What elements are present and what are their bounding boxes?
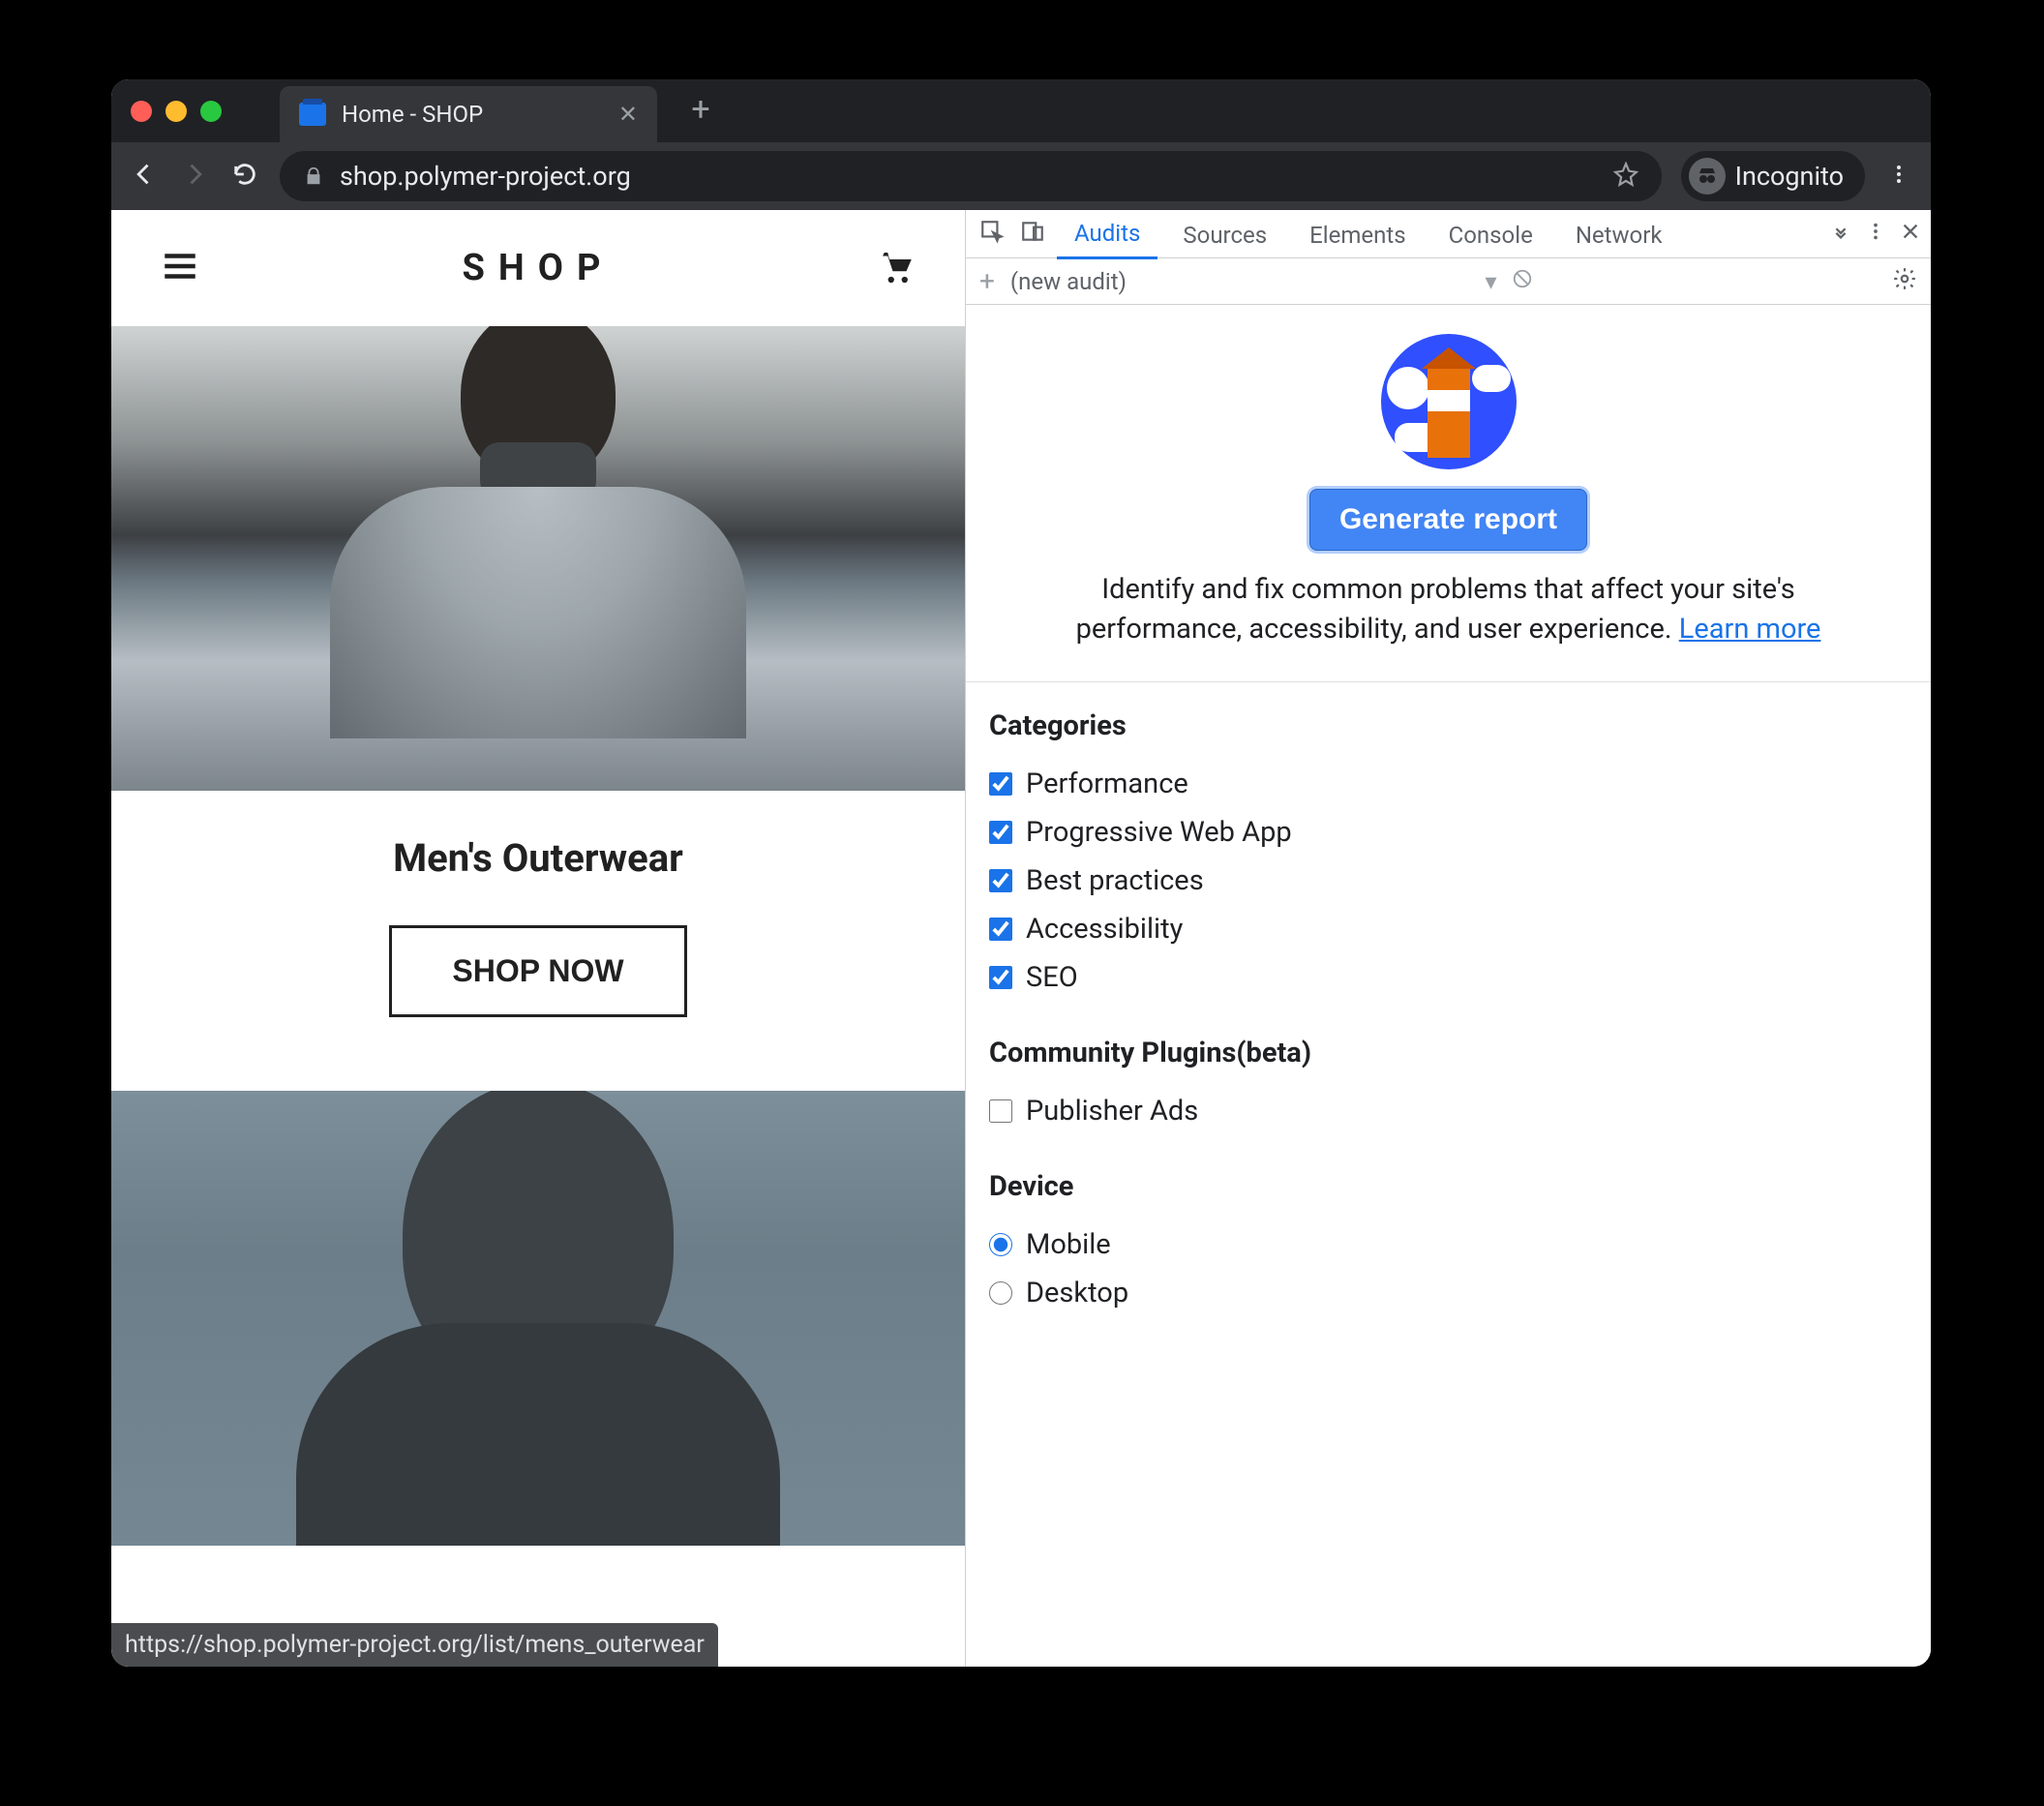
learn-more-link[interactable]: Learn more [1679,613,1821,646]
reload-button[interactable] [229,161,260,192]
browser-toolbar: shop.polymer-project.org Incognito [111,142,1931,210]
audit-description: Identify and fix common problems that af… [985,570,1911,648]
devtools-menu-icon[interactable] [1865,221,1886,248]
window-controls [131,101,222,122]
more-tabs-icon[interactable] [1830,221,1851,248]
audit-hero: Generate report Identify and fix common … [966,305,1931,682]
checkbox-publisher-ads[interactable] [989,1099,1012,1123]
option-pwa[interactable]: Progressive Web App [989,808,1908,857]
maximize-window-button[interactable] [200,101,222,122]
option-best-practices[interactable]: Best practices [989,857,1908,905]
plugins-section: Community Plugins(beta) Publisher Ads [966,1009,1931,1143]
generate-report-button[interactable]: Generate report [1309,489,1587,551]
new-tab-button[interactable]: + [686,97,715,126]
clear-audits-icon[interactable] [1512,268,1533,295]
browser-window: Home - SHOP ✕ + shop.polymer-project.org [111,79,1931,1667]
tab-console[interactable]: Console [1431,210,1550,258]
url-text: shop.polymer-project.org [340,161,1598,192]
category-block: Men's Outerwear SHOP NOW [111,791,965,1091]
tab-strip: Home - SHOP ✕ + [111,79,1931,142]
tab-sources[interactable]: Sources [1165,210,1284,258]
checkbox-seo[interactable] [989,966,1012,989]
checkbox-performance[interactable] [989,772,1012,796]
audits-body: Generate report Identify and fix common … [966,305,1931,1667]
devtools-panel: Audits Sources Elements Console Network … [965,210,1931,1667]
radio-desktop[interactable] [989,1281,1012,1305]
cart-icon[interactable] [876,246,917,290]
categories-section: Categories Performance Progressive Web A… [966,682,1931,1009]
shop-now-button[interactable]: SHOP NOW [389,925,686,1017]
option-seo[interactable]: SEO [989,953,1908,1002]
audit-name[interactable]: (new audit) [1010,268,1127,295]
page-viewport[interactable]: SHOP Men's Outerwear SHOP NOW https://sh… [111,210,965,1667]
hero-image-1 [111,326,965,791]
categories-heading: Categories [989,709,1908,742]
option-mobile[interactable]: Mobile [989,1220,1908,1269]
plugins-heading: Community Plugins(beta) [989,1037,1908,1069]
devtools-close-icon[interactable] [1900,221,1921,248]
close-window-button[interactable] [131,101,152,122]
bookmark-star-icon[interactable] [1613,162,1638,191]
lighthouse-icon [1381,334,1517,469]
option-desktop[interactable]: Desktop [989,1269,1908,1317]
audit-dropdown-icon[interactable]: ▾ [1485,268,1496,295]
browser-tab[interactable]: Home - SHOP ✕ [280,86,657,142]
incognito-label: Incognito [1735,161,1844,192]
incognito-icon [1689,158,1726,195]
audits-subbar: + (new audit) ▾ [966,258,1931,305]
tab-favicon-icon [299,103,326,126]
checkbox-best[interactable] [989,869,1012,892]
browser-menu-button[interactable] [1884,163,1913,190]
device-section: Device Mobile Desktop [966,1143,1931,1325]
inspect-element-icon[interactable] [976,219,1008,250]
incognito-indicator[interactable]: Incognito [1681,151,1865,201]
devtools-tabs: Audits Sources Elements Console Network [966,210,1931,258]
audits-settings-icon[interactable] [1892,266,1917,297]
checkbox-a11y[interactable] [989,918,1012,941]
minimize-window-button[interactable] [165,101,187,122]
device-toolbar-icon[interactable] [1016,219,1049,250]
radio-mobile[interactable] [989,1233,1012,1256]
site-header: SHOP [111,210,965,326]
option-performance[interactable]: Performance [989,760,1908,808]
option-publisher-ads[interactable]: Publisher Ads [989,1087,1908,1135]
close-tab-button[interactable]: ✕ [618,101,638,128]
tab-title: Home - SHOP [342,101,603,128]
category-title: Men's Outerwear [111,835,965,881]
device-heading: Device [989,1170,1908,1203]
checkbox-pwa[interactable] [989,821,1012,844]
tab-audits[interactable]: Audits [1057,208,1157,259]
tab-elements[interactable]: Elements [1292,210,1423,258]
address-bar[interactable]: shop.polymer-project.org [280,151,1662,201]
site-logo[interactable]: SHOP [463,247,615,289]
menu-icon[interactable] [160,246,200,290]
link-status-bar: https://shop.polymer-project.org/list/me… [111,1623,718,1667]
new-audit-button[interactable]: + [979,265,995,297]
hero-image-2 [111,1091,965,1546]
option-accessibility[interactable]: Accessibility [989,905,1908,953]
tab-network[interactable]: Network [1558,210,1680,258]
back-button[interactable] [129,161,160,192]
lock-icon [303,166,324,187]
forward-button[interactable] [179,161,210,192]
